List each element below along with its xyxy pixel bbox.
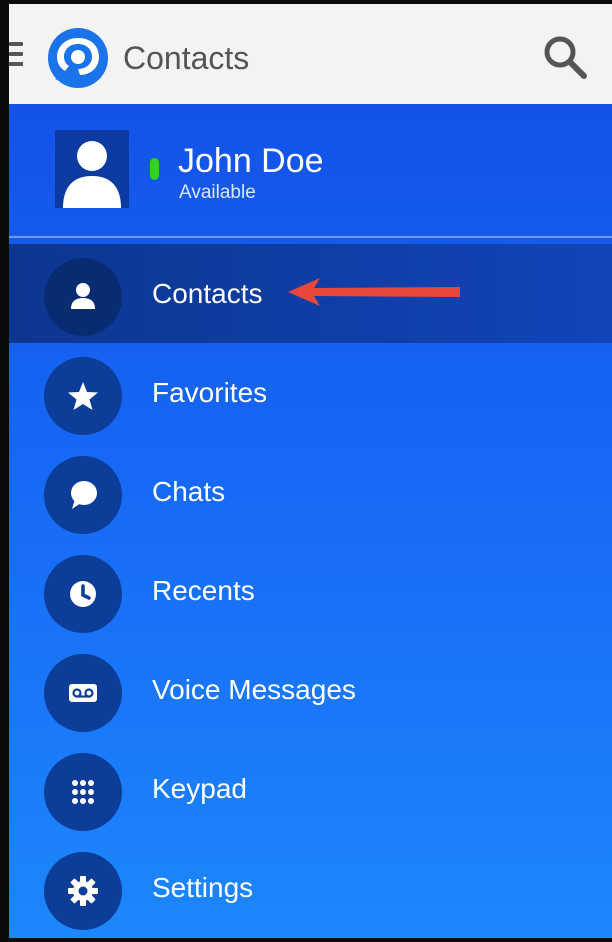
menu-item-contacts[interactable]: Contacts [9, 244, 612, 343]
menu-item-label: Contacts [152, 278, 263, 309]
page-title: Contacts [123, 40, 250, 76]
drawer-menu: Contacts Favorites Chats Recents Voice M… [9, 244, 612, 937]
menu-item-settings[interactable]: Settings [9, 838, 612, 937]
user-status[interactable]: Available [179, 182, 256, 204]
chat-bubble-icon [44, 456, 122, 534]
app-logo-icon [48, 28, 108, 88]
person-avatar-icon [63, 141, 121, 208]
menu-item-recents[interactable]: Recents [9, 541, 612, 640]
annotation-arrow [288, 278, 460, 306]
menu-item-voice-messages[interactable]: Voice Messages [9, 640, 612, 739]
person-icon [44, 258, 122, 336]
menu-item-label: Chats [152, 476, 226, 507]
clock-icon [44, 555, 122, 633]
profile-header[interactable]: John Doe Available [9, 104, 612, 238]
avatar[interactable] [55, 130, 129, 208]
star-icon [44, 357, 122, 435]
search-icon[interactable] [540, 32, 590, 82]
gear-icon [44, 852, 122, 930]
menu-item-label: Recents [152, 575, 255, 606]
navigation-drawer: John Doe Available Contacts Favorites Ch… [9, 104, 612, 938]
menu-item-label: Voice Messages [152, 674, 356, 705]
user-name: John Doe [178, 142, 324, 180]
menu-item-chats[interactable]: Chats [9, 442, 612, 541]
voicemail-icon [44, 654, 122, 732]
presence-indicator [150, 158, 159, 180]
app-window: Contacts John Doe Available Contacts Fav… [0, 0, 612, 942]
menu-item-favorites[interactable]: Favorites [9, 343, 612, 442]
dialpad-icon [44, 753, 122, 831]
menu-item-label: Favorites [152, 377, 268, 408]
menu-item-label: Settings [152, 872, 254, 903]
hamburger-menu-icon[interactable] [9, 42, 23, 76]
menu-item-keypad[interactable]: Keypad [9, 739, 612, 838]
menu-item-label: Keypad [152, 773, 247, 804]
app-bar: Contacts [9, 4, 612, 104]
